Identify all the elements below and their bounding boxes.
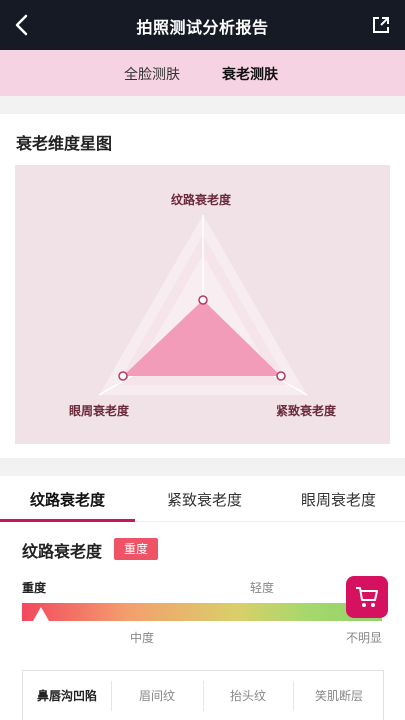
radar-point-left [118,371,128,381]
radar-point-right [276,371,286,381]
subtab-full-face[interactable]: 全脸测肤 [124,64,180,84]
sub-item-glabella[interactable]: 眉间纹 [111,671,203,720]
radar-label-right: 紧致衰老度 [276,404,337,418]
page-title: 拍照测试分析报告 [136,18,269,37]
scale-label-severe: 重度 [22,581,47,595]
cart-icon [356,587,378,607]
scale-label-light: 轻度 [250,581,275,595]
sub-item-forehead[interactable]: 抬头纹 [203,671,293,720]
severity-pointer [33,607,49,621]
sub-item-nasolabial[interactable]: 鼻唇沟凹陷 [23,671,111,720]
scale-label-none: 不明显 [346,631,383,645]
section-divider [0,96,405,114]
sub-item-tabs: 鼻唇沟凹陷 眉间纹 抬头纹 笑肌断层 [22,670,384,720]
top-bar: 拍照测试分析报告 [0,0,405,50]
radar-label-left: 眼周衰老度 [69,404,130,418]
dimension-tabs: 纹路衰老度 紧致衰老度 眼周衰老度 [0,476,405,522]
share-icon[interactable] [371,15,391,35]
subtab-bar: 全脸测肤 衰老测肤 [0,50,405,96]
radar-chart: 纹路衰老度 眼周衰老度 紧致衰老度 [15,165,390,444]
scale-label-medium: 中度 [130,631,155,645]
tab-eye[interactable]: 眼周衰老度 [301,489,376,510]
section-divider-2 [0,458,405,476]
severity-badge: 重度 [114,538,158,560]
metric-name: 纹路衰老度 [22,542,103,561]
cart-button[interactable] [346,576,388,618]
radar-section-title: 衰老维度星图 [16,134,113,153]
radar-label-top: 纹路衰老度 [171,193,232,207]
tab-wrinkle[interactable]: 纹路衰老度 [30,489,105,510]
radar-point-top [198,295,208,305]
tab-underline [0,519,135,522]
tab-firmness[interactable]: 紧致衰老度 [167,489,242,510]
subtab-aging[interactable]: 衰老测肤 [222,64,278,84]
sub-item-smile-muscle[interactable]: 笑肌断层 [293,671,385,720]
severity-gradient-bar [22,603,382,621]
